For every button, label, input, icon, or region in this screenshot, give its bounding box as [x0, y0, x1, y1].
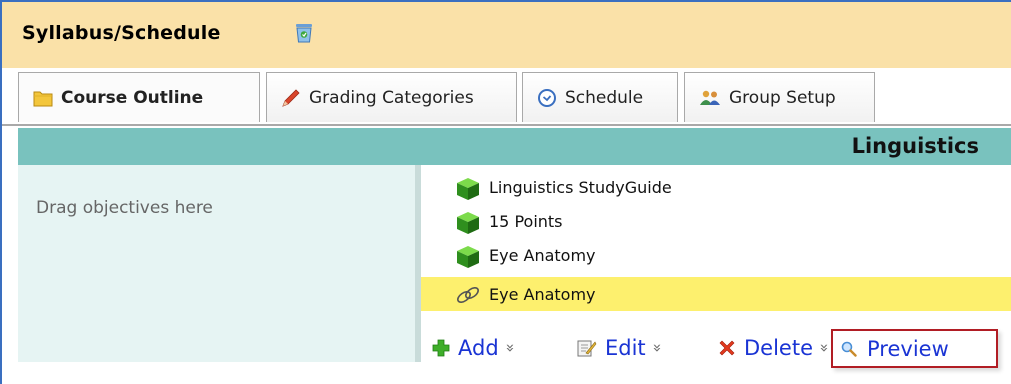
item-label: Eye Anatomy: [489, 246, 596, 265]
tab-grading-categories[interactable]: Grading Categories: [266, 72, 517, 122]
tab-label: Group Setup: [729, 87, 836, 108]
item-label: Linguistics StudyGuide: [489, 178, 672, 197]
plus-icon: [432, 339, 450, 357]
delete-label: Delete: [744, 336, 813, 360]
green-cube-icon: [455, 245, 481, 273]
magnifier-icon: [841, 341, 857, 357]
list-item[interactable]: Eye Anatomy: [421, 238, 1011, 272]
tab-bar: Course Outline Grading Categories Schedu…: [2, 68, 1011, 126]
recycle-bin-icon[interactable]: [295, 23, 313, 43]
tab-group-setup[interactable]: Group Setup: [684, 72, 875, 122]
list-item[interactable]: Linguistics StudyGuide: [421, 170, 1011, 204]
section-title: Linguistics: [851, 134, 979, 158]
edit-icon: [577, 339, 597, 357]
preview-button[interactable]: Preview: [831, 329, 998, 368]
item-label: Eye Anatomy: [489, 285, 596, 304]
drop-zone-hint: Drag objectives here: [36, 198, 213, 218]
chevron-down-icon[interactable]: »: [501, 343, 519, 352]
preview-label: Preview: [867, 337, 949, 361]
page-title: Syllabus/Schedule: [22, 22, 221, 44]
add-label: Add: [458, 336, 499, 360]
list-item[interactable]: 15 Points: [421, 204, 1011, 238]
delete-icon: [718, 339, 736, 357]
tab-label: Grading Categories: [309, 87, 474, 108]
tab-divider: [2, 124, 1011, 126]
section-header: Linguistics: [18, 128, 1011, 165]
tab-course-outline[interactable]: Course Outline: [18, 72, 260, 122]
objectives-drop-zone[interactable]: Drag objectives here: [18, 165, 415, 362]
list-item-selected[interactable]: Eye Anatomy: [421, 277, 1011, 311]
title-bar: Syllabus/Schedule: [2, 2, 1011, 68]
chevron-down-icon[interactable]: »: [648, 343, 666, 352]
pencil-icon: [281, 88, 301, 108]
delete-button[interactable]: Delete »: [718, 330, 834, 366]
folder-icon: [33, 89, 53, 107]
add-button[interactable]: Add »: [432, 330, 519, 366]
link-icon: [455, 284, 481, 310]
tab-label: Schedule: [565, 87, 644, 108]
green-cube-icon: [455, 177, 481, 205]
clock-icon: [537, 88, 557, 108]
item-label: 15 Points: [489, 212, 563, 231]
tab-label: Course Outline: [61, 87, 204, 108]
edit-label: Edit: [605, 336, 646, 360]
group-icon: [699, 89, 721, 107]
edit-button[interactable]: Edit »: [577, 330, 666, 366]
green-cube-icon: [455, 211, 481, 239]
tab-schedule[interactable]: Schedule: [522, 72, 678, 122]
